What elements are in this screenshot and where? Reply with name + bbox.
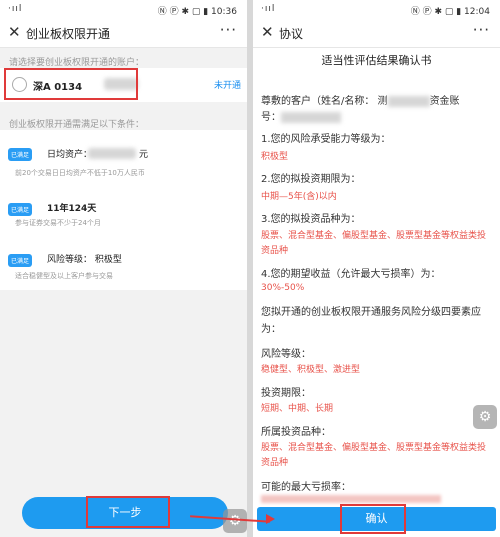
status-icons-time: Ⓝ Ⓟ ✱ ▢ ▮ 12:04 [410,7,490,17]
left-screen: ·ııl Ⓝ Ⓟ ✱ ▢ ▮ 10:36 ✕ 创业板权限开通 ··· 请选择要创… [0,0,247,537]
account-hint: 请选择要创业板权限开通的账户： [9,58,145,68]
confirm-highlight-box [340,504,406,534]
greeting-line2: 号： [261,108,492,123]
signal-icon: ·ııl [8,4,23,14]
question-3: 3.您的拟投资品种为： [261,214,361,225]
right-screen: ·ııl Ⓝ Ⓟ ✱ ▢ ▮ 12:04 ✕ 协议 ··· 适当性评估结果确认书… [253,0,500,537]
condition-suffix: 元 [139,150,149,160]
annotation-arrowhead [266,514,275,524]
more-icon[interactable]: ··· [473,21,490,39]
condition-title: 风险等级： 积极型 [47,255,122,265]
answer-4: 30%-50% [261,283,305,293]
account-label: 号： [261,112,281,123]
signal-icon: ·ııl [261,4,276,14]
redacted-name [387,95,430,107]
account-status: 未开通 [213,81,241,91]
risk-level-heading: 风险等级： [261,349,311,360]
status-bar: ·ııl Ⓝ Ⓟ ✱ ▢ ▮ 10:36 [0,0,247,18]
risk-level-values: 稳健型、积极型、激进型 [261,365,361,375]
gear-icon[interactable]: ⚙ [473,405,497,429]
answer-1: 积极型 [261,152,289,162]
max-loss-heading: 可能的最大亏损率： [261,482,351,493]
conditions-list: 已满足 日均资产： 元 前20个交易日日均资产不低于10万人民币 已满足 11年… [0,130,247,290]
page-title: 协议 [279,27,304,41]
answer-3: 股票、混合型基金、偏股型基金、股票型基金等权益类投资品种 [261,231,487,256]
question-2: 2.您的拟投资期限为： [261,174,361,185]
satisfied-badge: 已满足 [8,254,33,267]
investment-period-heading: 投资期限： [261,388,311,399]
nav-bar: ✕ 协议 ··· [253,18,500,48]
status-icons-time: Ⓝ Ⓟ ✱ ▢ ▮ 10:36 [157,7,237,17]
status-bar: ·ııl Ⓝ Ⓟ ✱ ▢ ▮ 12:04 [253,0,500,18]
document-title: 适当性评估结果确认书 [321,54,432,67]
greeting-start: 尊敷的客户（姓名/名称： 测 [261,96,388,107]
condition-title: 11年124天 [47,204,97,214]
next-button-highlight-box [86,496,170,528]
condition-description: 参与证券交易不少于24个月 [15,219,101,227]
close-icon[interactable]: ✕ [8,23,21,41]
answer-2: 中期—5年(含)以内 [261,192,337,202]
question-4: 4.您的期望收益（允许最大亏损率）为： [261,269,441,280]
greeting: 尊敷的客户（姓名/名称： 测 资金账 [261,92,492,107]
more-icon[interactable]: ··· [220,21,237,39]
redacted-account [281,111,341,123]
question-1: 1.您的风险承受能力等级为： [261,134,391,145]
satisfied-badge: 已满足 [8,148,33,161]
redacted-asset-value [88,148,136,159]
investment-period-values: 短期、中期、长期 [261,404,334,414]
close-icon[interactable]: ✕ [261,23,274,41]
condition-description: 前20个交易日日均资产不低于10万人民币 [15,169,145,177]
product-type-values: 股票、混合型基金、偏股型基金、股票型基金等权益类投资品种 [261,443,487,468]
account-highlight-box [4,68,138,100]
condition-description: 适合稳健型及以上客户参与交易 [15,272,113,280]
greeting-end: 资金账 [429,96,460,107]
requirements-intro: 您拟开通的创业板权限开通服务风险分级四要素应为： [261,307,481,335]
conditions-hint: 创业板权限开通需满足以下条件： [9,120,145,130]
satisfied-badge: 已满足 [8,203,33,216]
product-type-heading: 所属投资品种： [261,427,331,438]
condition-title: 日均资产： [47,150,93,160]
page-title: 创业板权限开通 [26,27,111,41]
nav-bar: ✕ 创业板权限开通 ··· [0,18,247,48]
obscured-loss-values [261,495,441,503]
